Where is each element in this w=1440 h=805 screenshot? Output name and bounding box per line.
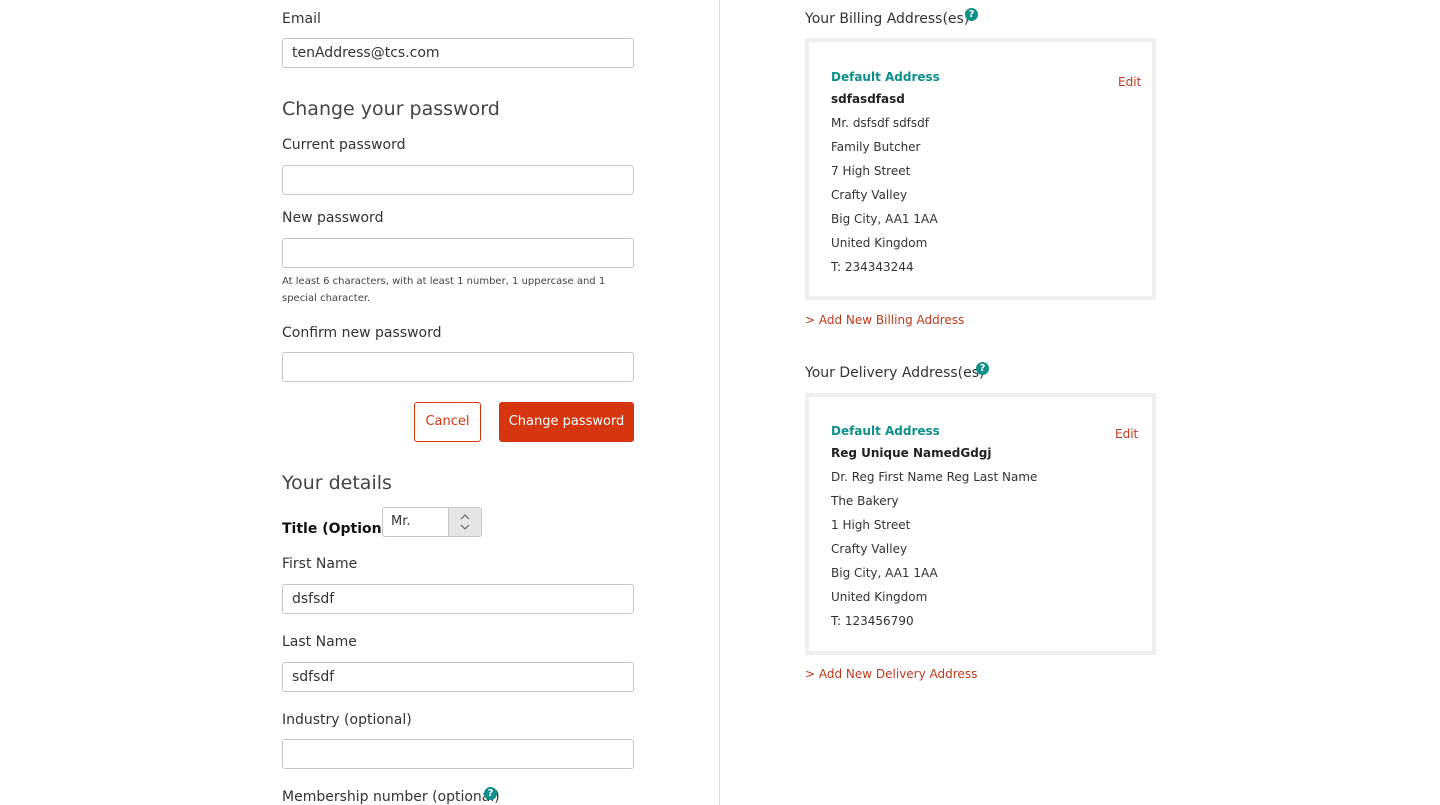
billing-default-label: Default Address <box>831 70 940 84</box>
delivery-address-line: The Bakery <box>831 494 899 508</box>
change-password-button[interactable]: Change password <box>499 402 634 442</box>
last-name-field[interactable]: sdfsdf <box>282 662 634 692</box>
first-name-label: First Name <box>282 556 358 572</box>
email-label: Email <box>282 11 321 27</box>
delivery-address-line: Crafty Valley <box>831 542 908 556</box>
billing-address-line: Mr. dsfsdf sdfsdf <box>831 116 930 130</box>
confirm-password-field[interactable] <box>282 352 634 382</box>
email-field[interactable]: tenAddress@tcs.com <box>282 38 634 68</box>
last-name-label: Last Name <box>282 634 357 650</box>
delivery-address-line: 1 High Street <box>831 518 911 532</box>
billing-address-line: United Kingdom <box>831 236 928 250</box>
delivery-address-card: Default Address Edit Reg Unique NamedGdg… <box>805 393 1156 655</box>
your-details-heading: Your details <box>282 472 392 494</box>
membership-label: Membership number (optional) <box>282 789 500 805</box>
billing-address-line: Big City, AA1 1AA <box>831 212 938 226</box>
add-delivery-address-link[interactable]: > Add New Delivery Address <box>805 667 977 681</box>
title-select[interactable]: Mr. <box>382 507 482 537</box>
current-password-field[interactable] <box>282 165 634 195</box>
delivery-edit-link[interactable]: Edit <box>1115 427 1138 441</box>
membership-help-icon[interactable]: ? <box>484 787 497 800</box>
delivery-address-line: Big City, AA1 1AA <box>831 566 938 580</box>
billing-address-phone: T: 234343244 <box>831 260 914 274</box>
new-password-label: New password <box>282 210 384 226</box>
current-password-label: Current password <box>282 137 406 153</box>
column-divider <box>719 0 720 805</box>
password-hint: At least 6 characters, with at least 1 n… <box>282 276 606 304</box>
billing-edit-link[interactable]: Edit <box>1118 75 1141 89</box>
billing-address-line: 7 High Street <box>831 164 911 178</box>
billing-address-name: sdfasdfasd <box>831 92 905 106</box>
first-name-field[interactable]: dsfsdf <box>282 584 634 614</box>
industry-field[interactable] <box>282 739 634 769</box>
delivery-help-icon[interactable]: ? <box>976 362 989 375</box>
billing-heading: Your Billing Address(es) <box>805 11 970 27</box>
delivery-heading: Your Delivery Address(es) <box>805 365 985 381</box>
delivery-address-line: United Kingdom <box>831 590 928 604</box>
title-select-value: Mr. <box>391 514 411 529</box>
new-password-field[interactable] <box>282 238 634 268</box>
select-arrows-icon <box>448 508 481 536</box>
billing-help-icon[interactable]: ? <box>965 8 978 21</box>
billing-address-line: Crafty Valley <box>831 188 908 202</box>
billing-address-line: Family Butcher <box>831 140 921 154</box>
add-billing-address-link[interactable]: > Add New Billing Address <box>805 313 964 327</box>
industry-label: Industry (optional) <box>282 712 412 728</box>
cancel-button[interactable]: Cancel <box>414 402 481 442</box>
delivery-default-label: Default Address <box>831 424 940 438</box>
change-password-heading: Change your password <box>282 98 500 120</box>
delivery-address-name: Reg Unique NamedGdgj <box>831 446 992 460</box>
delivery-address-phone: T: 123456790 <box>831 614 914 628</box>
delivery-address-line: Dr. Reg First Name Reg Last Name <box>831 470 1038 484</box>
confirm-password-label: Confirm new password <box>282 325 442 341</box>
billing-address-card: Default Address Edit sdfasdfasd Mr. dsfs… <box>805 38 1156 300</box>
